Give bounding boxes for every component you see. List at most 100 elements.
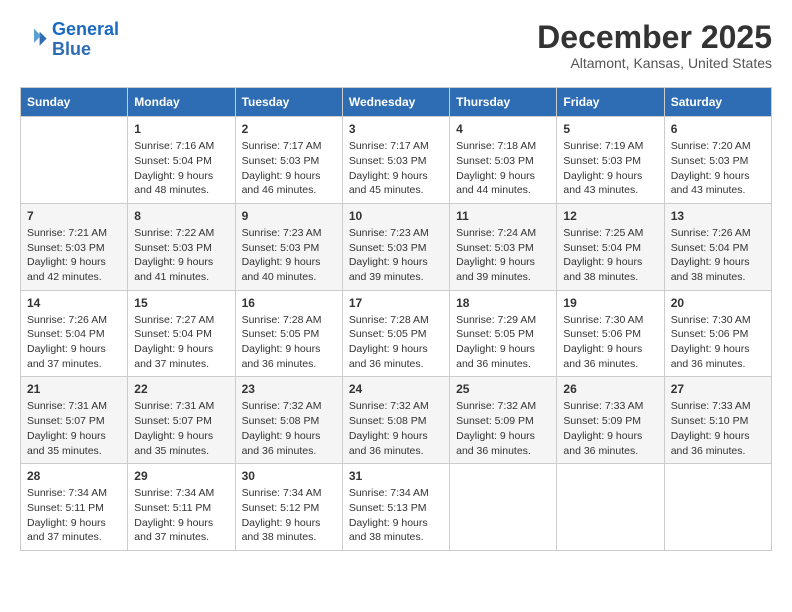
calendar-table: SundayMondayTuesdayWednesdayThursdayFrid… <box>20 87 772 551</box>
day-number: 22 <box>134 382 228 396</box>
day-cell: 29 Sunrise: 7:34 AM Sunset: 5:11 PM Dayli… <box>128 464 235 551</box>
day-cell <box>450 464 557 551</box>
day-info: Sunrise: 7:26 AM Sunset: 5:04 PM Dayligh… <box>671 226 765 285</box>
day-info: Sunrise: 7:33 AM Sunset: 5:09 PM Dayligh… <box>563 399 657 458</box>
day-number: 29 <box>134 469 228 483</box>
day-info: Sunrise: 7:16 AM Sunset: 5:04 PM Dayligh… <box>134 139 228 198</box>
day-info: Sunrise: 7:26 AM Sunset: 5:04 PM Dayligh… <box>27 313 121 372</box>
day-number: 13 <box>671 209 765 223</box>
day-number: 17 <box>349 296 443 310</box>
day-info: Sunrise: 7:22 AM Sunset: 5:03 PM Dayligh… <box>134 226 228 285</box>
day-cell: 26 Sunrise: 7:33 AM Sunset: 5:09 PM Dayli… <box>557 377 664 464</box>
day-info: Sunrise: 7:23 AM Sunset: 5:03 PM Dayligh… <box>349 226 443 285</box>
day-info: Sunrise: 7:32 AM Sunset: 5:09 PM Dayligh… <box>456 399 550 458</box>
day-number: 21 <box>27 382 121 396</box>
day-cell: 1 Sunrise: 7:16 AM Sunset: 5:04 PM Daylig… <box>128 117 235 204</box>
day-cell: 21 Sunrise: 7:31 AM Sunset: 5:07 PM Dayli… <box>21 377 128 464</box>
week-row-3: 14Sunrise: 7:26 AM Sunset: 5:04 PM Dayli… <box>21 290 772 377</box>
day-cell: 17 Sunrise: 7:28 AM Sunset: 5:05 PM Dayli… <box>342 290 449 377</box>
day-number: 5 <box>563 122 657 136</box>
day-number: 30 <box>242 469 336 483</box>
day-number: 10 <box>349 209 443 223</box>
day-cell: 10 Sunrise: 7:23 AM Sunset: 5:03 PM Dayli… <box>342 203 449 290</box>
day-number: 23 <box>242 382 336 396</box>
day-cell: 12Sunrise: 7:25 AM Sunset: 5:04 PM Dayli… <box>557 203 664 290</box>
logo-line2: Blue <box>52 39 91 59</box>
month-year: December 2025 <box>537 20 772 55</box>
day-info: Sunrise: 7:29 AM Sunset: 5:05 PM Dayligh… <box>456 313 550 372</box>
day-info: Sunrise: 7:19 AM Sunset: 5:03 PM Dayligh… <box>563 139 657 198</box>
logo-line1: General <box>52 19 119 39</box>
day-number: 27 <box>671 382 765 396</box>
week-row-2: 7Sunrise: 7:21 AM Sunset: 5:03 PM Daylig… <box>21 203 772 290</box>
day-info: Sunrise: 7:34 AM Sunset: 5:11 PM Dayligh… <box>27 486 121 545</box>
day-cell: 8 Sunrise: 7:22 AM Sunset: 5:03 PM Daylig… <box>128 203 235 290</box>
day-info: Sunrise: 7:28 AM Sunset: 5:05 PM Dayligh… <box>242 313 336 372</box>
day-info: Sunrise: 7:32 AM Sunset: 5:08 PM Dayligh… <box>242 399 336 458</box>
week-row-5: 28 Sunrise: 7:34 AM Sunset: 5:11 PM Dayli… <box>21 464 772 551</box>
day-number: 16 <box>242 296 336 310</box>
day-cell: 20Sunrise: 7:30 AM Sunset: 5:06 PM Dayli… <box>664 290 771 377</box>
day-info: Sunrise: 7:18 AM Sunset: 5:03 PM Dayligh… <box>456 139 550 198</box>
day-cell: 7Sunrise: 7:21 AM Sunset: 5:03 PM Daylig… <box>21 203 128 290</box>
day-number: 1 <box>134 122 228 136</box>
day-info: Sunrise: 7:30 AM Sunset: 5:06 PM Dayligh… <box>563 313 657 372</box>
day-info: Sunrise: 7:21 AM Sunset: 5:03 PM Dayligh… <box>27 226 121 285</box>
day-info: Sunrise: 7:34 AM Sunset: 5:13 PM Dayligh… <box>349 486 443 545</box>
day-info: Sunrise: 7:17 AM Sunset: 5:03 PM Dayligh… <box>242 139 336 198</box>
calendar-header-row: SundayMondayTuesdayWednesdayThursdayFrid… <box>21 88 772 117</box>
day-cell <box>557 464 664 551</box>
day-cell: 16 Sunrise: 7:28 AM Sunset: 5:05 PM Dayli… <box>235 290 342 377</box>
day-number: 18 <box>456 296 550 310</box>
day-number: 28 <box>27 469 121 483</box>
title-block: December 2025 Altamont, Kansas, United S… <box>537 20 772 71</box>
day-number: 6 <box>671 122 765 136</box>
calendar-body: 1 Sunrise: 7:16 AM Sunset: 5:04 PM Daylig… <box>21 117 772 551</box>
day-number: 4 <box>456 122 550 136</box>
day-cell: 23 Sunrise: 7:32 AM Sunset: 5:08 PM Dayli… <box>235 377 342 464</box>
col-header-tuesday: Tuesday <box>235 88 342 117</box>
day-number: 19 <box>563 296 657 310</box>
day-number: 8 <box>134 209 228 223</box>
day-cell: 9Sunrise: 7:23 AM Sunset: 5:03 PM Daylig… <box>235 203 342 290</box>
day-cell: 27 Sunrise: 7:33 AM Sunset: 5:10 PM Dayli… <box>664 377 771 464</box>
col-header-thursday: Thursday <box>450 88 557 117</box>
col-header-sunday: Sunday <box>21 88 128 117</box>
day-cell: 5 Sunrise: 7:19 AM Sunset: 5:03 PM Daylig… <box>557 117 664 204</box>
day-info: Sunrise: 7:24 AM Sunset: 5:03 PM Dayligh… <box>456 226 550 285</box>
day-cell: 19 Sunrise: 7:30 AM Sunset: 5:06 PM Dayli… <box>557 290 664 377</box>
day-info: Sunrise: 7:28 AM Sunset: 5:05 PM Dayligh… <box>349 313 443 372</box>
day-info: Sunrise: 7:34 AM Sunset: 5:12 PM Dayligh… <box>242 486 336 545</box>
day-cell: 18 Sunrise: 7:29 AM Sunset: 5:05 PM Dayli… <box>450 290 557 377</box>
day-info: Sunrise: 7:34 AM Sunset: 5:11 PM Dayligh… <box>134 486 228 545</box>
day-cell: 22Sunrise: 7:31 AM Sunset: 5:07 PM Dayli… <box>128 377 235 464</box>
col-header-monday: Monday <box>128 88 235 117</box>
col-header-saturday: Saturday <box>664 88 771 117</box>
day-info: Sunrise: 7:23 AM Sunset: 5:03 PM Dayligh… <box>242 226 336 285</box>
day-cell <box>21 117 128 204</box>
day-number: 11 <box>456 209 550 223</box>
week-row-1: 1 Sunrise: 7:16 AM Sunset: 5:04 PM Daylig… <box>21 117 772 204</box>
day-info: Sunrise: 7:31 AM Sunset: 5:07 PM Dayligh… <box>27 399 121 458</box>
day-number: 20 <box>671 296 765 310</box>
logo: General Blue <box>20 20 119 60</box>
day-number: 12 <box>563 209 657 223</box>
day-cell: 24 Sunrise: 7:32 AM Sunset: 5:08 PM Dayli… <box>342 377 449 464</box>
day-cell: 28 Sunrise: 7:34 AM Sunset: 5:11 PM Dayli… <box>21 464 128 551</box>
day-cell: 14Sunrise: 7:26 AM Sunset: 5:04 PM Dayli… <box>21 290 128 377</box>
day-number: 24 <box>349 382 443 396</box>
day-info: Sunrise: 7:33 AM Sunset: 5:10 PM Dayligh… <box>671 399 765 458</box>
logo-icon <box>20 26 48 54</box>
page-header: General Blue December 2025 Altamont, Kan… <box>20 20 772 71</box>
day-cell: 4 Sunrise: 7:18 AM Sunset: 5:03 PM Daylig… <box>450 117 557 204</box>
day-cell: 30 Sunrise: 7:34 AM Sunset: 5:12 PM Dayli… <box>235 464 342 551</box>
location: Altamont, Kansas, United States <box>537 55 772 71</box>
day-info: Sunrise: 7:32 AM Sunset: 5:08 PM Dayligh… <box>349 399 443 458</box>
day-cell: 11 Sunrise: 7:24 AM Sunset: 5:03 PM Dayli… <box>450 203 557 290</box>
day-info: Sunrise: 7:27 AM Sunset: 5:04 PM Dayligh… <box>134 313 228 372</box>
col-header-wednesday: Wednesday <box>342 88 449 117</box>
day-number: 26 <box>563 382 657 396</box>
week-row-4: 21 Sunrise: 7:31 AM Sunset: 5:07 PM Dayli… <box>21 377 772 464</box>
day-number: 2 <box>242 122 336 136</box>
day-info: Sunrise: 7:20 AM Sunset: 5:03 PM Dayligh… <box>671 139 765 198</box>
